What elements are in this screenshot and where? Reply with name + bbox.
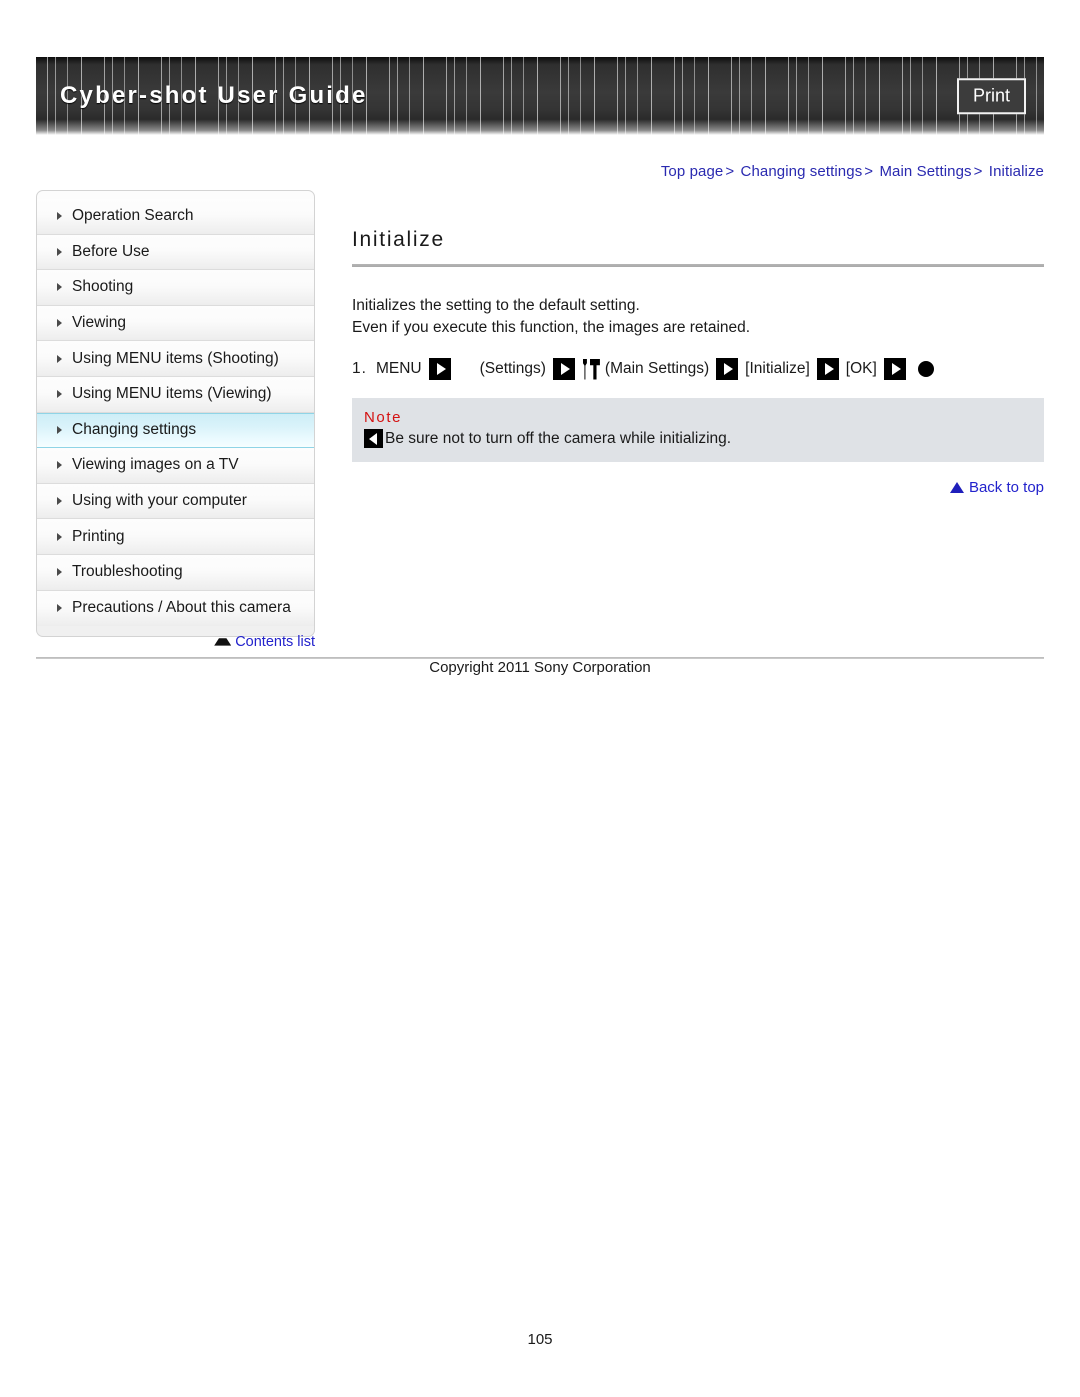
tools-settings-icon [581, 359, 601, 380]
step-token-initialize: [Initialize] [745, 360, 810, 377]
page-number: 105 [527, 1331, 553, 1348]
breadcrumb-item-top-page[interactable]: Top page [661, 163, 724, 180]
triangle-right-icon [57, 497, 62, 506]
step-token-main-settings: (Main Settings) [604, 360, 710, 377]
sidebar-item-label: Printing [72, 527, 125, 545]
arrow-left-icon [364, 429, 383, 448]
sidebar-item-label: Operation Search [72, 207, 194, 225]
triangle-right-icon [57, 390, 62, 399]
sidebar-item-label: Shooting [72, 278, 134, 296]
note-heading: Note [364, 409, 403, 426]
step-token-menu: MENU [375, 360, 422, 377]
sidebar-nav: Operation Search Before Use Shooting Vie… [36, 190, 315, 638]
sidebar-item-troubleshooting[interactable]: Troubleshooting [37, 554, 314, 591]
back-to-top-link[interactable]: Back to top [949, 479, 1044, 496]
sidebar-item-using-menu-items-shooting[interactable]: Using MENU items (Shooting) [37, 341, 314, 377]
book-icon [214, 638, 232, 646]
center-button-icon [917, 361, 934, 377]
breadcrumb-item-main-settings[interactable]: Main Settings [879, 163, 971, 180]
triangle-right-icon [57, 247, 62, 256]
sidebar-item-label: Viewing images on a TV [72, 456, 239, 474]
page-title: Initialize [352, 228, 445, 251]
triangle-right-icon [57, 319, 62, 328]
document-page: Cyber-shot User Guide Print Top page > Ch… [0, 0, 1080, 1397]
triangle-right-icon [57, 426, 62, 435]
back-to-top-label: Back to top [968, 479, 1044, 496]
arrow-right-icon [816, 358, 839, 380]
intro-line-2: Even if you execute this function, the i… [352, 319, 751, 336]
sidebar-item-operation-search[interactable]: Operation Search [37, 199, 314, 235]
sidebar-item-using-with-your-computer[interactable]: Using with your computer [37, 483, 314, 520]
sidebar-item-printing[interactable]: Printing [37, 519, 314, 555]
note-box: Note Be sure not to turn off the camera … [352, 398, 1044, 462]
main-content: Initialize Initializes the setting to th… [352, 228, 1044, 462]
sidebar-item-label: Using MENU items (Shooting) [72, 349, 279, 367]
sidebar-item-precautions-about-this-camera[interactable]: Precautions / About this camera [37, 590, 314, 627]
sidebar-item-label: Before Use [72, 242, 150, 260]
triangle-up-icon [949, 482, 964, 493]
note-line: Be sure not to turn off the camera while… [364, 429, 1032, 448]
sidebar-item-label: Viewing [72, 314, 127, 332]
step-token-ok: [OK] [845, 360, 877, 377]
print-button[interactable]: Print [956, 78, 1026, 114]
intro-line-1: Initializes the setting to the default s… [352, 297, 640, 314]
triangle-right-icon [57, 568, 62, 577]
triangle-right-icon [57, 283, 62, 292]
triangle-right-icon [57, 354, 62, 363]
breadcrumb-separator: > [725, 163, 735, 180]
arrow-right-icon [552, 358, 575, 380]
arrow-right-icon [883, 358, 906, 380]
step-number: 1. [352, 360, 367, 377]
breadcrumb-item-changing-settings[interactable]: Changing settings [741, 163, 863, 180]
sidebar-item-label: Troubleshooting [72, 563, 183, 581]
sidebar-item-shooting[interactable]: Shooting [37, 270, 314, 306]
sidebar-item-label: Using MENU items (Viewing) [72, 385, 272, 403]
note-text: Be sure not to turn off the camera while… [385, 429, 732, 447]
sidebar-item-using-menu-items-viewing[interactable]: Using MENU items (Viewing) [37, 376, 314, 413]
sidebar-item-changing-settings[interactable]: Changing settings [37, 412, 314, 449]
app-title: Cyber-shot User Guide [60, 82, 368, 109]
sidebar-item-label: Changing settings [72, 421, 197, 439]
header-banner: Cyber-shot User Guide Print [36, 57, 1044, 135]
copyright-text: Copyright 2011 Sony Corporation [429, 659, 651, 676]
sidebar-item-viewing[interactable]: Viewing [37, 305, 314, 342]
contents-list-row: Contents list [36, 634, 315, 650]
breadcrumb-item-initialize[interactable]: Initialize [989, 163, 1044, 180]
breadcrumb: Top page > Changing settings > Main Settin… [661, 163, 1044, 180]
contents-list-link[interactable]: Contents list [235, 634, 315, 650]
title-divider [352, 264, 1044, 267]
sidebar-item-before-use[interactable]: Before Use [37, 234, 314, 271]
triangle-right-icon [57, 212, 62, 221]
sidebar-item-viewing-images-on-a-tv[interactable]: Viewing images on a TV [37, 448, 314, 484]
triangle-right-icon [57, 604, 62, 613]
breadcrumb-separator: > [864, 163, 874, 180]
step-token-settings: (Settings) [479, 360, 546, 377]
arrow-right-icon [428, 358, 451, 380]
arrow-right-icon [716, 358, 739, 380]
operation-steps: 1. MENU (Settings) (Main Settings) [Init… [352, 358, 1044, 380]
triangle-right-icon [57, 532, 62, 541]
breadcrumb-separator: > [973, 163, 983, 180]
sidebar-item-label: Using with your computer [72, 492, 247, 510]
triangle-right-icon [57, 461, 62, 470]
sidebar-item-label: Precautions / About this camera [72, 599, 291, 617]
